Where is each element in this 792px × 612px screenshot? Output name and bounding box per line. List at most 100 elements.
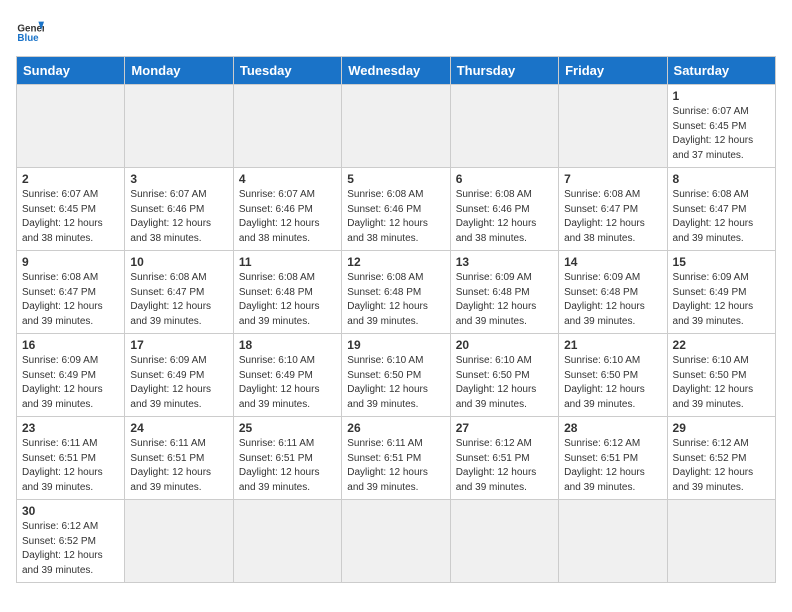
calendar-header-row: SundayMondayTuesdayWednesdayThursdayFrid… — [17, 57, 776, 85]
cell-info: Sunrise: 6:08 AM Sunset: 6:47 PM Dayligh… — [130, 271, 227, 329]
calendar-cell: 4Sunrise: 6:07 AM Sunset: 6:46 PM Daylig… — [233, 168, 341, 251]
calendar-cell — [342, 85, 450, 168]
calendar-cell: 30 Sunrise: 6:12 AM Sunset: 6:52 PM Dayli… — [17, 500, 125, 583]
cell-info: Sunrise: 6:08 AM Sunset: 6:46 PM Dayligh… — [456, 188, 553, 246]
calendar-cell: 24 Sunrise: 6:11 AM Sunset: 6:51 PM Dayli… — [125, 417, 233, 500]
day-number: 7 — [564, 172, 661, 186]
page-header: General Blue — [16, 16, 776, 44]
cell-info: Sunrise: 6:12 AM Sunset: 6:51 PM Dayligh… — [564, 437, 661, 495]
day-number: 4 — [239, 172, 336, 186]
calendar-cell: 27 Sunrise: 6:12 AM Sunset: 6:51 PM Dayli… — [450, 417, 558, 500]
day-number: 19 — [347, 338, 444, 352]
calendar-cell: 26 Sunrise: 6:11 AM Sunset: 6:51 PM Dayli… — [342, 417, 450, 500]
logo-icon: General Blue — [16, 16, 44, 44]
svg-text:Blue: Blue — [17, 33, 39, 44]
cell-info: Sunrise: 6:10 AM Sunset: 6:50 PM Dayligh… — [347, 354, 444, 412]
day-number: 30 — [22, 504, 119, 518]
cell-info: Sunrise: 6:10 AM Sunset: 6:49 PM Dayligh… — [239, 354, 336, 412]
day-number: 26 — [347, 421, 444, 435]
day-number: 18 — [239, 338, 336, 352]
cell-info: Sunrise: 6:12 AM Sunset: 6:52 PM Dayligh… — [22, 520, 119, 578]
calendar-cell: 9 Sunrise: 6:08 AM Sunset: 6:47 PM Daylig… — [17, 251, 125, 334]
cell-info: Sunrise: 6:10 AM Sunset: 6:50 PM Dayligh… — [456, 354, 553, 412]
day-number: 24 — [130, 421, 227, 435]
calendar-cell — [450, 85, 558, 168]
day-number: 3 — [130, 172, 227, 186]
calendar-cell: 11 Sunrise: 6:08 AM Sunset: 6:48 PM Dayli… — [233, 251, 341, 334]
calendar-cell: 29 Sunrise: 6:12 AM Sunset: 6:52 PM Dayli… — [667, 417, 775, 500]
calendar-week-row: 23 Sunrise: 6:11 AM Sunset: 6:51 PM Dayli… — [17, 417, 776, 500]
cell-info: Sunrise: 6:09 AM Sunset: 6:49 PM Dayligh… — [130, 354, 227, 412]
day-number: 29 — [673, 421, 770, 435]
cell-info: Sunrise: 6:11 AM Sunset: 6:51 PM Dayligh… — [22, 437, 119, 495]
calendar-week-row: 30 Sunrise: 6:12 AM Sunset: 6:52 PM Dayli… — [17, 500, 776, 583]
calendar-body: 1 Sunrise: 6:07 AM Sunset: 6:45 PM Daylig… — [17, 85, 776, 583]
calendar-cell: 17Sunrise: 6:09 AM Sunset: 6:49 PM Dayli… — [125, 334, 233, 417]
cell-info: Sunrise: 6:11 AM Sunset: 6:51 PM Dayligh… — [347, 437, 444, 495]
cell-info: Sunrise: 6:12 AM Sunset: 6:51 PM Dayligh… — [456, 437, 553, 495]
day-number: 9 — [22, 255, 119, 269]
calendar-cell — [342, 500, 450, 583]
cell-info: Sunrise: 6:07 AM Sunset: 6:45 PM Dayligh… — [673, 105, 770, 163]
cell-info: Sunrise: 6:12 AM Sunset: 6:52 PM Dayligh… — [673, 437, 770, 495]
calendar-week-row: 1 Sunrise: 6:07 AM Sunset: 6:45 PM Daylig… — [17, 85, 776, 168]
calendar-cell: 19 Sunrise: 6:10 AM Sunset: 6:50 PM Dayli… — [342, 334, 450, 417]
day-number: 1 — [673, 89, 770, 103]
calendar-cell — [233, 500, 341, 583]
day-number: 6 — [456, 172, 553, 186]
day-number: 16 — [22, 338, 119, 352]
weekday-header: Sunday — [17, 57, 125, 85]
cell-info: Sunrise: 6:08 AM Sunset: 6:48 PM Dayligh… — [347, 271, 444, 329]
calendar-cell: 6 Sunrise: 6:08 AM Sunset: 6:46 PM Daylig… — [450, 168, 558, 251]
cell-info: Sunrise: 6:09 AM Sunset: 6:49 PM Dayligh… — [22, 354, 119, 412]
calendar-cell — [233, 85, 341, 168]
weekday-header: Monday — [125, 57, 233, 85]
day-number: 25 — [239, 421, 336, 435]
calendar-cell: 10 Sunrise: 6:08 AM Sunset: 6:47 PM Dayli… — [125, 251, 233, 334]
day-number: 12 — [347, 255, 444, 269]
calendar-table: SundayMondayTuesdayWednesdayThursdayFrid… — [16, 56, 776, 583]
day-number: 13 — [456, 255, 553, 269]
calendar-cell: 25 Sunrise: 6:11 AM Sunset: 6:51 PM Dayli… — [233, 417, 341, 500]
day-number: 2 — [22, 172, 119, 186]
cell-info: Sunrise: 6:11 AM Sunset: 6:51 PM Dayligh… — [130, 437, 227, 495]
day-number: 14 — [564, 255, 661, 269]
day-number: 28 — [564, 421, 661, 435]
day-number: 21 — [564, 338, 661, 352]
day-number: 23 — [22, 421, 119, 435]
calendar-week-row: 9 Sunrise: 6:08 AM Sunset: 6:47 PM Daylig… — [17, 251, 776, 334]
calendar-cell: 20Sunrise: 6:10 AM Sunset: 6:50 PM Dayli… — [450, 334, 558, 417]
calendar-cell: 23 Sunrise: 6:11 AM Sunset: 6:51 PM Dayli… — [17, 417, 125, 500]
cell-info: Sunrise: 6:09 AM Sunset: 6:48 PM Dayligh… — [456, 271, 553, 329]
calendar-cell — [667, 500, 775, 583]
cell-info: Sunrise: 6:09 AM Sunset: 6:49 PM Dayligh… — [673, 271, 770, 329]
cell-info: Sunrise: 6:07 AM Sunset: 6:46 PM Dayligh… — [130, 188, 227, 246]
cell-info: Sunrise: 6:08 AM Sunset: 6:47 PM Dayligh… — [22, 271, 119, 329]
weekday-header: Friday — [559, 57, 667, 85]
calendar-cell: 2 Sunrise: 6:07 AM Sunset: 6:45 PM Daylig… — [17, 168, 125, 251]
calendar-week-row: 2 Sunrise: 6:07 AM Sunset: 6:45 PM Daylig… — [17, 168, 776, 251]
weekday-header: Wednesday — [342, 57, 450, 85]
logo: General Blue — [16, 16, 48, 44]
calendar-cell: 16 Sunrise: 6:09 AM Sunset: 6:49 PM Dayli… — [17, 334, 125, 417]
calendar-cell: 3 Sunrise: 6:07 AM Sunset: 6:46 PM Daylig… — [125, 168, 233, 251]
calendar-cell — [17, 85, 125, 168]
cell-info: Sunrise: 6:09 AM Sunset: 6:48 PM Dayligh… — [564, 271, 661, 329]
cell-info: Sunrise: 6:10 AM Sunset: 6:50 PM Dayligh… — [673, 354, 770, 412]
calendar-cell: 12 Sunrise: 6:08 AM Sunset: 6:48 PM Dayli… — [342, 251, 450, 334]
cell-info: Sunrise: 6:07 AM Sunset: 6:45 PM Dayligh… — [22, 188, 119, 246]
calendar-cell — [450, 500, 558, 583]
calendar-cell: 1 Sunrise: 6:07 AM Sunset: 6:45 PM Daylig… — [667, 85, 775, 168]
cell-info: Sunrise: 6:08 AM Sunset: 6:48 PM Dayligh… — [239, 271, 336, 329]
calendar-cell: 8Sunrise: 6:08 AM Sunset: 6:47 PM Daylig… — [667, 168, 775, 251]
day-number: 10 — [130, 255, 227, 269]
day-number: 11 — [239, 255, 336, 269]
cell-info: Sunrise: 6:11 AM Sunset: 6:51 PM Dayligh… — [239, 437, 336, 495]
day-number: 27 — [456, 421, 553, 435]
day-number: 15 — [673, 255, 770, 269]
weekday-header: Tuesday — [233, 57, 341, 85]
calendar-cell: 13 Sunrise: 6:09 AM Sunset: 6:48 PM Dayli… — [450, 251, 558, 334]
day-number: 5 — [347, 172, 444, 186]
calendar-cell — [125, 85, 233, 168]
weekday-header: Saturday — [667, 57, 775, 85]
